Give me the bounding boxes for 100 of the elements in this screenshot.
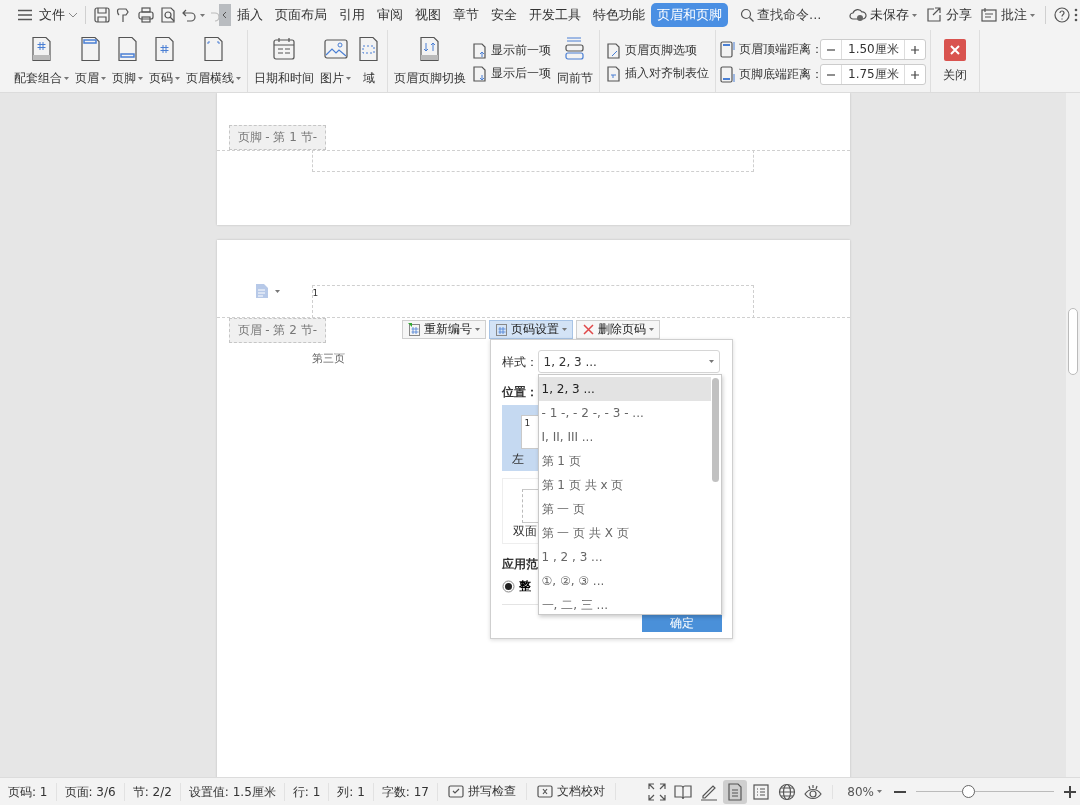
status-text: 页面: 3/6 [56,782,125,801]
header-tool-button[interactable]: 重新编号 [401,320,486,339]
ribbon-button[interactable]: 页眉 [73,34,108,90]
radio-icon [501,580,515,593]
ribbon-button[interactable]: 页脚 [110,34,145,90]
toolbar-action[interactable]: 批注 [978,4,1037,26]
zoom-slider-thumb[interactable] [962,785,976,798]
style-option[interactable]: 第 一 页 共 X 页 [538,521,711,545]
header-menu-button[interactable] [254,283,280,299]
distance-spinner[interactable]: 1.75厘米 [820,64,926,85]
page-hash-icon [407,322,421,337]
globe-icon [778,782,797,801]
header-tool-button[interactable]: 删除页码 [575,320,660,339]
caret-icon [474,328,480,331]
ribbon-tab[interactable]: 特色功能 [587,3,651,27]
page-pen-icon [606,42,621,59]
position-option[interactable]: 1 左 [501,405,538,471]
status-text: 列: 1 [329,782,374,801]
ribbon-button[interactable]: 显示前一项 [470,42,553,59]
distance-label: 页脚底端距离： [739,66,823,83]
image-icon [323,36,348,62]
distance-field[interactable]: 1.50厘米 [841,40,905,59]
distance-label: 页眉顶端距离： [739,41,823,58]
caret-icon [561,328,567,331]
ribbon-button[interactable]: 同前节 [555,34,595,90]
style-option[interactable]: 第 一 页 [538,497,711,521]
scroll-left-button[interactable] [219,4,231,26]
share-icon [925,6,943,24]
ribbon-tab[interactable]: 插入 [231,3,269,27]
page-corner-icon [201,36,226,62]
style-option[interactable]: 1 , 2 , 3 ... [538,545,711,569]
style-dropdown[interactable]: 1, 2, 3 ... [537,350,720,373]
status-tool-button[interactable]: 文档校对 [526,783,616,800]
toolbar-action[interactable]: 分享 [923,4,974,26]
caret-icon [708,360,714,363]
ribbon-button[interactable]: 显示后一项 [470,65,553,82]
style-option[interactable]: - 1 -, - 2 -, - 3 - ... [538,401,711,425]
ribbon-tab[interactable]: 页面布局 [269,3,333,27]
position-option[interactable]: 双面 [501,478,538,544]
view-button[interactable] [723,779,748,804]
ribbon-tab[interactable]: 视图 [409,3,447,27]
toolbar-action[interactable]: 未保存 [847,4,919,26]
caret-icon [138,77,143,80]
ribbon-button[interactable]: 插入对齐制表位 [604,65,711,82]
field-label: 应用范 [501,556,538,573]
status-tool-button[interactable]: 拼写检查 [437,783,527,800]
ribbon-tab[interactable]: 引用 [333,3,371,27]
save-button[interactable] [91,4,113,26]
file-menu[interactable]: 文件 [16,4,80,26]
close-button[interactable]: 关闭 [941,34,969,90]
ribbon-tab[interactable]: 审阅 [371,3,409,27]
caret-icon [200,13,205,17]
ribbon-button[interactable]: 域 [355,34,383,90]
caret-icon [274,289,280,293]
cloud-icon [849,6,867,24]
page-hash-icon [152,36,177,62]
footer-tag: 页脚 - 第 1 节- [228,125,327,150]
style-option[interactable]: 一, 二, 三 ... [538,593,711,617]
dashed-box-icon [357,36,381,62]
save-icon [93,6,111,24]
header-tag: 页眉 - 第 2 节- [228,318,327,343]
ribbon-button[interactable]: 页眉页脚选项 [604,42,711,59]
search-icon [740,8,754,22]
help-icon [1054,7,1070,23]
ribbon-button[interactable]: 图片 [318,34,353,90]
apply-radio[interactable]: 整 [501,578,531,595]
menu-icon [18,9,32,21]
help-button[interactable] [1052,5,1072,25]
scrollbar-thumb[interactable] [1068,308,1078,375]
style-option[interactable]: ①, ②, ③ ... [538,569,711,593]
more-button[interactable] [1072,6,1080,24]
zoom-dropdown[interactable]: 80% [832,784,890,799]
style-option[interactable]: 第 1 页 共 x 页 [538,473,711,497]
style-option[interactable]: I, II, III ... [538,425,711,449]
calendar-icon [272,36,296,62]
distance-field[interactable]: 1.75厘米 [841,65,905,84]
scrollbar-thumb[interactable] [711,378,719,482]
ribbon-button[interactable]: 页码 [147,34,182,90]
stacked-bars-icon [563,36,587,62]
ribbon-button[interactable]: 页眉横线 [184,34,243,90]
status-text: 设置值: 1.5厘米 [180,782,285,801]
plus-icon [911,45,919,54]
page-preview: 1 [520,415,538,449]
ribbon-button[interactable]: 页眉页脚切换 [392,34,468,90]
print-button[interactable] [135,4,157,26]
eye-icon [804,782,823,801]
ribbon-tab[interactable]: 开发工具 [523,3,587,27]
ribbon-tab[interactable]: 章节 [447,3,485,27]
header-tool-button[interactable]: 页码设置 [488,320,573,339]
ribbon-tab[interactable]: 安全 [485,3,523,27]
distance-spinner[interactable]: 1.50厘米 [820,39,926,60]
caret-icon [1030,13,1035,17]
ribbon-button[interactable]: 日期和时间 [252,34,316,90]
style-option[interactable]: 第 1 页 [538,449,711,473]
search-command-field[interactable]: 查找命令... [738,4,824,26]
status-text: 字数: 17 [373,782,438,801]
ribbon-button[interactable]: 配套组合 [12,34,71,90]
caret-icon [236,77,241,80]
style-option[interactable]: 1, 2, 3 ... [538,377,711,401]
fullscreen-icon [648,782,667,801]
